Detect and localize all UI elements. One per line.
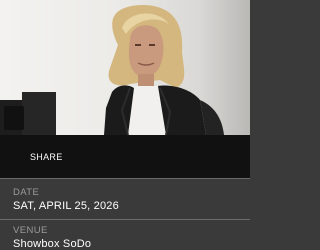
divider-middle — [0, 219, 250, 220]
divider-top — [0, 178, 250, 179]
event-hero-image — [0, 0, 250, 135]
share-button[interactable]: SHARE — [30, 152, 63, 162]
artist-photo — [0, 5, 224, 135]
event-details: DATE SAT, APRIL 25, 2026 VENUE Showbox S… — [0, 178, 250, 250]
date-value: SAT, APRIL 25, 2026 — [13, 200, 119, 212]
share-bar: SHARE — [0, 135, 250, 178]
venue-link[interactable]: Showbox SoDo — [13, 238, 91, 250]
venue-label: VENUE — [13, 225, 48, 236]
date-label: DATE — [13, 187, 40, 198]
